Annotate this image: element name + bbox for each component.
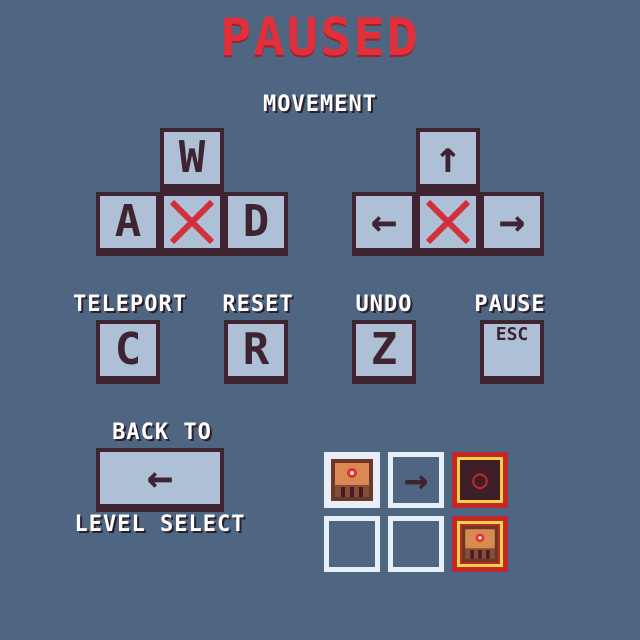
crate-icon [331,459,373,501]
disabled-x-icon [169,199,215,245]
key-z: Z [352,320,416,384]
empty-tile [388,516,444,572]
up-arrow-icon: ↑ [434,132,462,183]
key-a: A [96,192,160,256]
crate-icon [461,525,499,563]
reset-label: RESET [222,292,294,317]
key-d-label: D [242,196,270,247]
crate-on-goal-tile [452,516,508,572]
key-down-disabled [416,192,480,256]
key-a-label: A [114,196,142,247]
right-arrow-icon: → [498,196,526,247]
pause-title: PAUSED [220,8,420,68]
left-arrow-icon: ← [370,196,398,247]
back-arrow-icon: ← [146,452,174,503]
hint-right-arrow-icon: → [403,457,429,503]
key-left-arrow: ← [352,192,416,256]
key-s-disabled [160,192,224,256]
key-r-label: R [242,324,270,375]
teleport-label: TELEPORT [73,292,187,317]
undo-label: UNDO [355,292,413,317]
key-right-arrow: → [480,192,544,256]
goal-tile: ○ [452,452,508,508]
key-w: W [160,128,224,192]
goal-target-icon: ○ [472,465,488,495]
key-up-arrow: ↑ [416,128,480,192]
disabled-x-icon [425,199,471,245]
key-c: C [96,320,160,384]
crate-block-tile [324,452,380,508]
key-r: R [224,320,288,384]
level-select-label: LEVEL SELECT [74,512,246,537]
key-c-label: C [114,324,142,375]
empty-tile [324,516,380,572]
key-d: D [224,192,288,256]
key-w-label: W [178,132,206,183]
movement-label: MOVEMENT [263,92,377,117]
key-z-label: Z [370,324,398,375]
pause-label: PAUSE [474,292,546,317]
key-esc[interactable]: ESC [480,320,544,384]
path-tile-arrow: → [388,452,444,508]
back-to-label: BACK TO [112,420,212,445]
key-esc-label: ESC [495,324,529,345]
back-to-level-select-button[interactable]: ← [96,448,224,512]
